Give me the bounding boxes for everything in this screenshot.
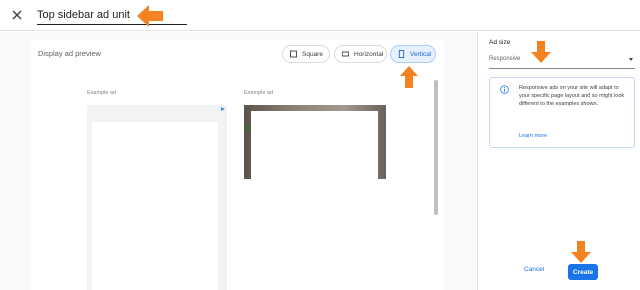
vertical-label: Vertical <box>410 50 432 58</box>
create-ad-unit-page: Display ad preview Square Horizontal Ver… <box>0 0 640 290</box>
square-icon <box>290 50 297 58</box>
ad-size-label: Ad size <box>489 39 511 46</box>
create-button[interactable]: Create <box>568 264 598 280</box>
left-arrow-annotation-icon <box>137 5 163 27</box>
square-toggle[interactable]: Square <box>282 45 330 63</box>
horizontal-label: Horizontal <box>354 50 384 58</box>
example-ad-label-2: Example ad <box>244 90 274 96</box>
ad-settings-panel: Ad size Responsive Responsive ads on you… <box>477 32 640 290</box>
preview-card: Display ad preview Square Horizontal Ver… <box>30 40 444 290</box>
top-bar <box>0 0 640 31</box>
dropdown-caret-icon <box>629 58 633 61</box>
close-icon[interactable] <box>9 7 25 23</box>
adchoices-icon[interactable] <box>220 106 226 112</box>
horizontal-toggle[interactable]: Horizontal <box>334 45 387 63</box>
up-arrow-annotation-icon <box>400 66 418 88</box>
responsive-info-box: Responsive ads on your site will adapt t… <box>489 77 635 148</box>
preview-heading: Display ad preview <box>38 49 101 58</box>
ad-size-value: Responsive <box>489 56 521 62</box>
learn-more-link[interactable]: Learn more <box>519 133 547 139</box>
example-ad-body-1 <box>92 122 218 290</box>
ad-size-select[interactable]: Responsive <box>489 53 635 69</box>
horizontal-rect-icon <box>342 51 349 57</box>
example-ad-frame-1 <box>87 105 227 290</box>
vertical-rect-icon <box>398 50 405 58</box>
vertical-toggle[interactable]: Vertical <box>390 45 436 63</box>
info-icon <box>500 85 509 94</box>
example-ad-label-1: Example ad <box>87 90 117 96</box>
preview-scrollbar[interactable] <box>434 80 438 215</box>
example-ad-body-2 <box>251 111 378 290</box>
plant-image-detail <box>246 124 250 132</box>
down-arrow-annotation-icon <box>531 41 551 63</box>
cancel-button[interactable]: Cancel <box>524 266 544 273</box>
ad-unit-name-input[interactable] <box>37 5 187 25</box>
square-label: Square <box>302 50 323 58</box>
down-arrow-create-annotation-icon <box>571 241 591 263</box>
info-text: Responsive ads on your site will adapt t… <box>519 85 625 107</box>
